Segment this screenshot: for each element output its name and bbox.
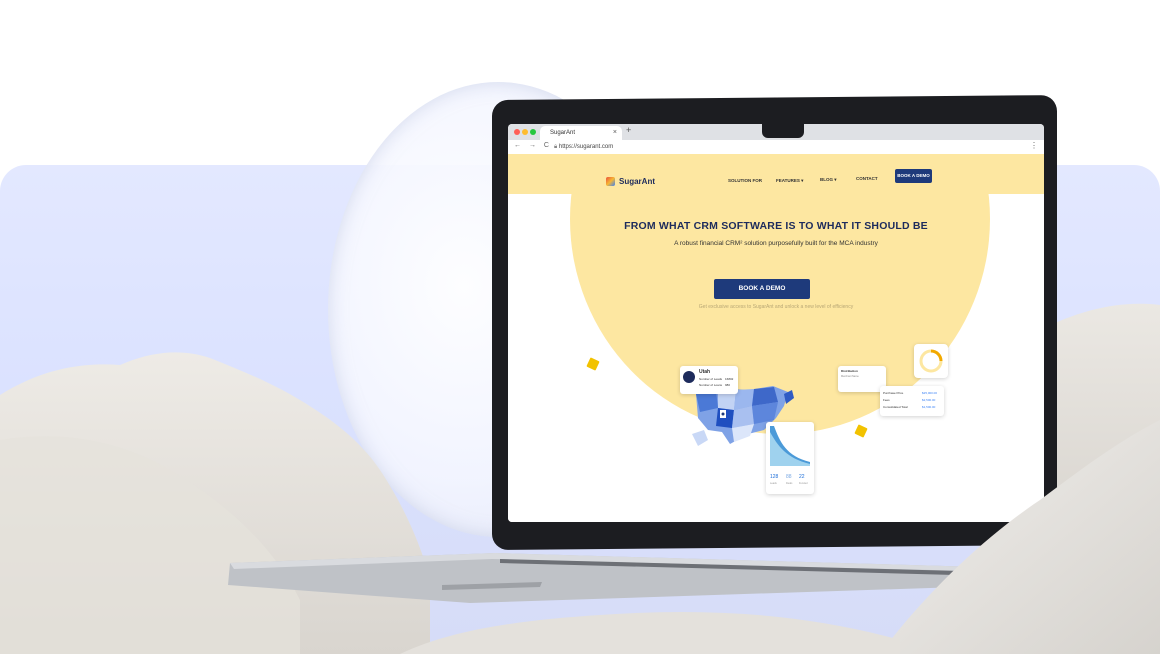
stat-leads: 128 <box>770 474 779 480</box>
funnel-chart-card: 128 88 22 Leads Deals Funded <box>766 422 814 494</box>
consolidated-value: $1,500.00 <box>922 405 936 409</box>
fees-label: Fees <box>883 398 890 402</box>
stat-deals: 88 <box>786 474 792 480</box>
nav-blog[interactable]: BLOG ▾ <box>820 177 837 183</box>
close-window-icon[interactable] <box>514 129 520 135</box>
maximize-window-icon[interactable] <box>530 129 536 135</box>
fees-value: $2,500.00 <box>922 398 936 402</box>
gauge-ring <box>919 349 943 373</box>
stat-funded: 22 <box>799 474 805 480</box>
browser-tab[interactable]: SugarAnt × <box>540 126 622 140</box>
laptop-base <box>228 553 980 603</box>
nav-features[interactable]: FEATURES ▾ <box>776 178 803 184</box>
hero-subheadline: A robust financial CRM² solution purpose… <box>674 240 878 247</box>
funnel-area-chart <box>770 426 810 466</box>
nav-contact[interactable]: CONTACT <box>856 176 878 181</box>
merchant-label: Merchant Name <box>841 375 859 378</box>
loans-label: Number of Loans <box>699 383 723 387</box>
nav-arrows-icon[interactable]: ← → C <box>514 142 552 149</box>
purchase-price-value: $25,000.00 <box>922 391 938 395</box>
tab-title: SugarAnt <box>550 130 576 136</box>
purchase-price-label: Purchase Price <box>883 391 904 395</box>
web-page: SugarAnt SOLUTION FOR FEATURES ▾ BLOG ▾ … <box>508 154 1044 522</box>
tab-close-icon[interactable]: × <box>613 126 617 140</box>
nav-book-demo-button[interactable]: BOOK A DEMO <box>895 169 932 183</box>
nav-solution[interactable]: SOLUTION FOR <box>728 178 762 183</box>
address-bar: ← → C 🔒︎ https://sugarant.com ⋮ <box>508 140 1044 155</box>
state-seal-icon <box>683 371 695 383</box>
laptop-screen: SugarAnt × + ← → C 🔒︎ https://sugarant.c… <box>508 124 1044 522</box>
gold-cube-icon <box>854 424 868 438</box>
gold-cube-icon <box>586 357 600 371</box>
stat-funded-label: Funded <box>799 482 808 485</box>
url-text: https://sugarant.com <box>558 144 614 150</box>
site-logo[interactable]: SugarAnt <box>606 177 655 186</box>
hero-note: Get exclusive access to SugarAnt and unl… <box>698 304 854 310</box>
leads-label: Number of Leads <box>699 377 723 381</box>
logo-text: SugarAnt <box>619 177 655 186</box>
gauge-card <box>914 344 948 378</box>
camera-notch <box>762 122 804 138</box>
new-tab-icon[interactable]: + <box>626 125 631 135</box>
book-demo-button[interactable]: BOOK A DEMO <box>714 279 810 299</box>
stat-deals-label: Deals <box>786 482 793 485</box>
logo-icon <box>606 177 615 186</box>
minimize-window-icon[interactable] <box>522 129 528 135</box>
stat-leads-label: Leads <box>770 482 777 485</box>
url-field[interactable]: 🔒︎ https://sugarant.com <box>554 142 1024 152</box>
consolidated-label: Consolidated Total <box>883 405 908 409</box>
distribution-card: Distribution Merchant Name <box>838 366 886 392</box>
state-stat-card: Utah Number of Leads 16802 Number of Loa… <box>680 366 738 394</box>
browser-menu-icon[interactable]: ⋮ <box>1030 141 1038 150</box>
distribution-title: Distribution <box>841 369 858 373</box>
loans-value: 980 <box>725 383 731 387</box>
leads-value: 16802 <box>725 377 734 381</box>
hero-headline: FROM WHAT CRM SOFTWARE IS TO WHAT IT SHO… <box>624 220 928 232</box>
deal-summary-card: Purchase Price $25,000.00 Fees $2,500.00… <box>880 386 944 416</box>
state-name: Utah <box>699 369 711 375</box>
